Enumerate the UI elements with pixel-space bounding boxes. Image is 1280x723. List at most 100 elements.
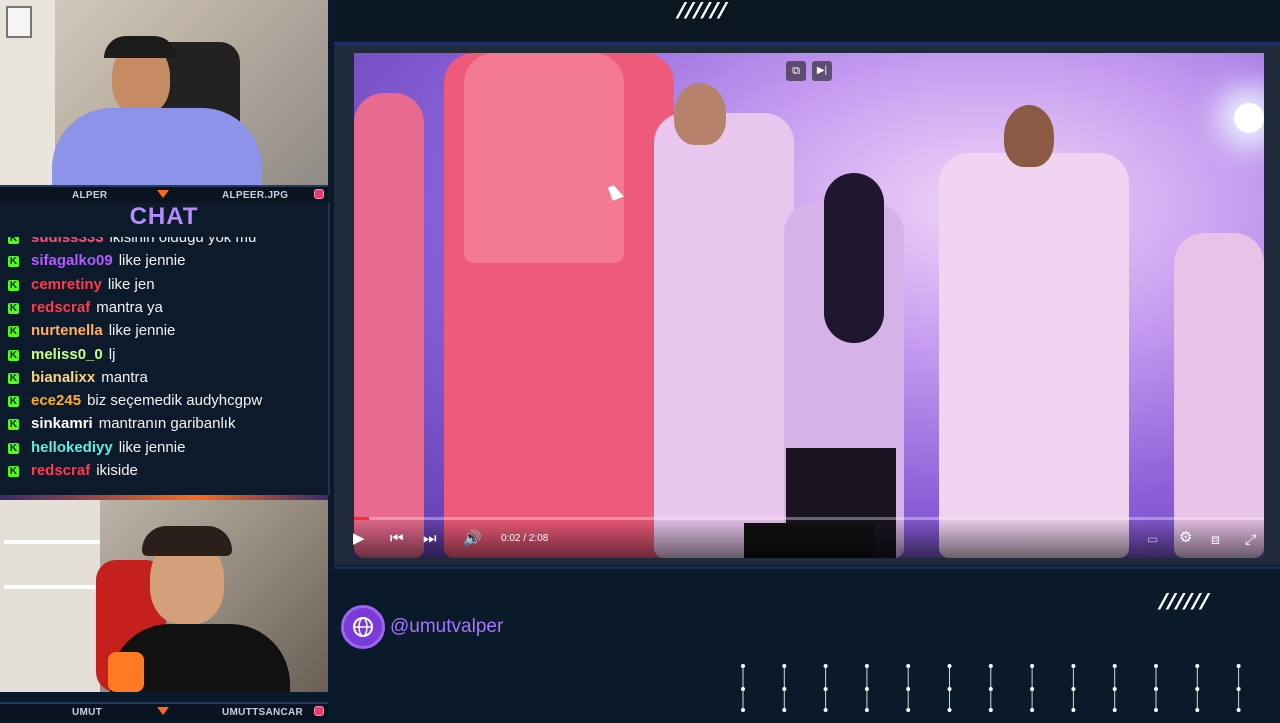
dot-grid-dot: [782, 687, 787, 691]
chat-username[interactable]: hellokediyy: [31, 439, 113, 456]
player-controls: [354, 516, 1264, 558]
dot-grid-dot: [906, 664, 911, 668]
chat-text: like jennie: [118, 438, 186, 456]
dot-grid-dot: [1071, 687, 1076, 691]
dancer-vest: [464, 53, 624, 263]
time-display: 0:02 / 2:08: [501, 533, 549, 544]
dot-grid-dot: [823, 708, 828, 712]
kick-badge-icon: K: [8, 466, 19, 477]
instagram-icon: [314, 189, 324, 199]
chat-message: Ksifagalko09 like jennie: [8, 252, 185, 269]
globe-icon: [341, 605, 385, 649]
headphones: [104, 36, 176, 58]
dot-grid-dot: [1112, 708, 1117, 712]
previous-icon[interactable]: ⏮: [390, 531, 404, 547]
kick-badge-icon: K: [8, 372, 19, 384]
chat-title: CHAT: [129, 203, 199, 230]
dot-grid-dot: [823, 687, 828, 691]
bottom-overlay: / / / / / /: [334, 566, 1280, 723]
dot-grid-dot: [1236, 708, 1241, 712]
shelf: [4, 585, 100, 589]
dot-grid-dot: [1112, 687, 1117, 691]
dot-grid-dot: [782, 664, 787, 668]
dot-grid-dot: [988, 687, 993, 691]
chat-text: like jen: [107, 275, 155, 293]
slash-decoration: / / / / / /: [1155, 589, 1210, 614]
shelf: [4, 540, 100, 544]
cam-bottom-left-name: UMUT: [72, 706, 103, 718]
copy-icon[interactable]: ⧉: [786, 61, 806, 81]
dot-grid-dot: [1195, 687, 1200, 691]
instagram-icon: [314, 706, 324, 716]
window-grid: [6, 6, 32, 38]
kick-badge-icon: K: [8, 256, 19, 268]
dot-grid-dot: [1071, 664, 1076, 668]
social-handle: @umutvalper: [390, 616, 504, 637]
dancer-face: [1004, 105, 1054, 167]
chat-username[interactable]: nurtenella: [31, 322, 103, 339]
chat-username[interactable]: sifagalko09: [31, 252, 113, 269]
chat-message: Kredscraf ikiside: [8, 462, 138, 479]
chat-text: like jennie: [108, 322, 176, 340]
slash-decoration: / / / / / /: [673, 0, 728, 23]
chat-username[interactable]: redscraf: [31, 462, 90, 479]
dancer-face: [674, 83, 726, 145]
dot-grid-dot: [947, 687, 952, 691]
chat-username[interactable]: cemretiny: [31, 276, 102, 293]
subtitles-icon[interactable]: ▭: [1147, 531, 1158, 547]
kick-badge-icon: K: [8, 349, 19, 361]
streamer-hair: [142, 526, 232, 556]
kick-badge-icon: K: [8, 419, 19, 431]
chat-username[interactable]: redscraf: [31, 299, 90, 316]
triangle-icon: [157, 707, 169, 715]
dot-grid-dot: [864, 708, 869, 712]
dot-grid-dot: [741, 687, 745, 691]
progress-bar[interactable]: [354, 517, 1264, 520]
dot-grid-dot: [782, 708, 787, 712]
dot-grid-decoration: [741, 664, 1241, 712]
dot-grid-dot: [947, 708, 952, 712]
kick-badge-icon: K: [8, 396, 19, 408]
chat-message: Ksinkamri mantranın garibanlık: [8, 415, 235, 432]
settings-icon[interactable]: ⚙: [1179, 530, 1192, 546]
progress-fill: [354, 517, 369, 520]
dot-grid-dot: [1030, 664, 1035, 668]
cam-bottom-namebar: UMUT UMUTTSANCAR: [0, 702, 328, 720]
chat-text: mantra ya: [96, 298, 163, 316]
chat-message: Khellokediyy like jennie: [8, 439, 185, 456]
chat-text: like jennie: [118, 252, 186, 270]
dot-grid-dot: [906, 708, 911, 712]
dot-grid-dot: [947, 664, 952, 668]
video-player[interactable]: ⧉ ▶|: [354, 53, 1264, 558]
skip-icon[interactable]: ▶|: [812, 61, 832, 81]
chat-text: mantranın garibanlık: [98, 415, 236, 433]
chat-text: mantra: [101, 368, 148, 386]
chat-username[interactable]: sinkamri: [31, 415, 93, 432]
chat-text: lj: [108, 345, 116, 363]
shelf-wall: [0, 500, 100, 692]
dot-grid-dot: [1071, 708, 1076, 712]
kick-badge-icon: K: [8, 279, 19, 291]
dancer: [654, 113, 794, 558]
dancer: [939, 153, 1129, 558]
chat-username[interactable]: meliss0_0: [31, 346, 103, 363]
dot-grid-dot: [1112, 664, 1117, 668]
chat-username[interactable]: ece245: [31, 392, 81, 409]
dancer: [1174, 233, 1264, 558]
chat-message: Knurtenella like jennie: [8, 322, 175, 339]
chat-text: biz seçemedik audyhcgpw: [87, 392, 263, 410]
dot-grid-dot: [1195, 708, 1200, 712]
next-icon[interactable]: ⏭: [423, 531, 437, 547]
play-icon[interactable]: ▶: [353, 531, 365, 547]
dot-grid-dot: [741, 708, 745, 712]
fullscreen-icon[interactable]: ⤢: [1245, 531, 1256, 547]
webcam-bottom: [0, 500, 328, 692]
kick-badge-icon: K: [8, 326, 19, 338]
dot-grid-dot: [906, 687, 911, 691]
miniplayer-icon[interactable]: ⧈: [1211, 531, 1220, 547]
webcam-top: [0, 0, 328, 185]
dancer: [354, 93, 424, 558]
volume-icon[interactable]: 🔊: [463, 531, 482, 547]
chat-username[interactable]: bianalixx: [31, 369, 95, 386]
dot-grid-dot: [1195, 664, 1200, 668]
